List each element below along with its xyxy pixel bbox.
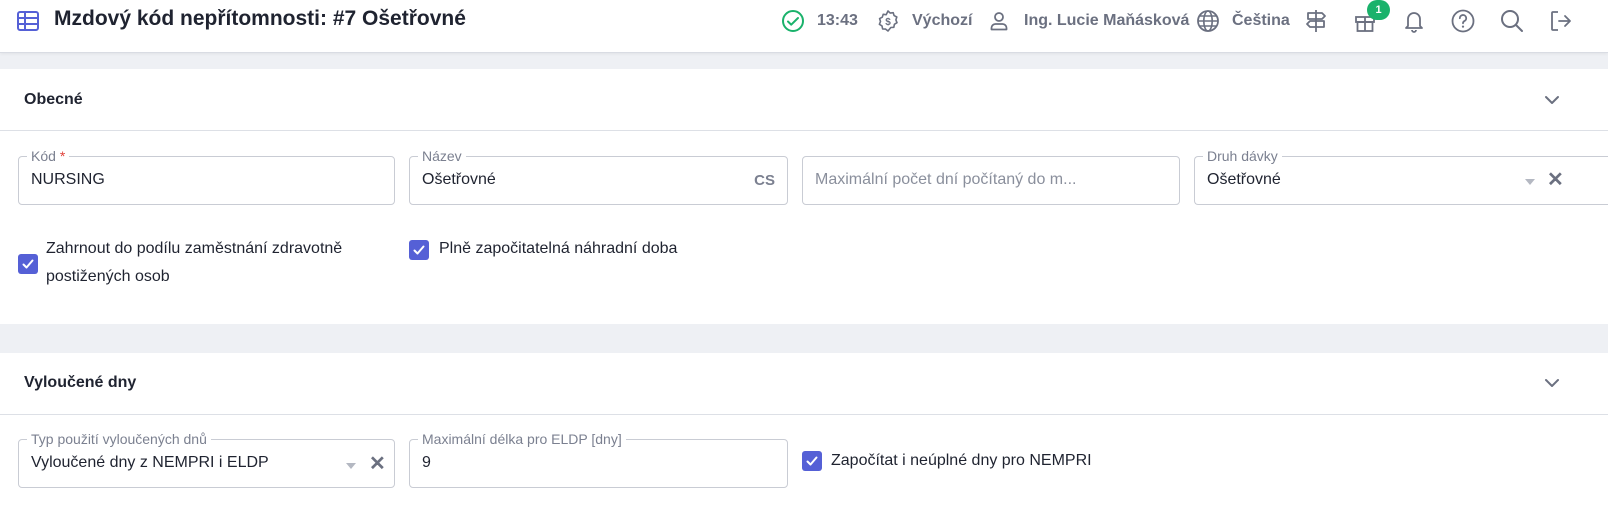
code-field[interactable]: Kód * NURSING xyxy=(18,147,395,205)
section-title: Obecné xyxy=(24,91,83,108)
sync-status: 13:43 xyxy=(781,8,858,34)
help-button[interactable] xyxy=(1450,8,1476,34)
checkmark-icon xyxy=(806,456,818,466)
general-section-header[interactable]: Obecné xyxy=(0,69,1608,131)
clear-icon[interactable]: ✕ xyxy=(1547,170,1564,190)
dropdown-arrow-icon[interactable] xyxy=(1525,179,1535,185)
benefit-type-value: Ošetřovné xyxy=(1207,171,1281,188)
section-title: Vyloučené dny xyxy=(24,374,137,391)
count-partial-checkbox[interactable] xyxy=(802,451,822,471)
count-partial-label[interactable]: Započítat i neúplné dny pro NEMPRI xyxy=(831,447,1092,475)
fully-creditable-label[interactable]: Plně započitatelná náhradní doba xyxy=(439,235,677,263)
name-label: Název xyxy=(418,147,466,165)
usage-type-label: Typ použití vyloučených dnů xyxy=(27,430,211,448)
user-name: Ing. Lucie Maňásková xyxy=(1024,12,1190,29)
usage-type-value: Vyloučené dny z NEMPRI i ELDP xyxy=(31,454,269,471)
benefit-type-select[interactable]: Druh dávky Ošetřovné ✕ xyxy=(1194,147,1608,205)
logout-icon xyxy=(1551,11,1571,31)
user-icon xyxy=(990,12,1008,31)
checkmark-icon xyxy=(22,259,34,269)
excluded-section-header[interactable]: Vyloučené dny xyxy=(0,353,1608,415)
notifications-button[interactable] xyxy=(1402,8,1426,34)
globe-icon xyxy=(1197,10,1219,32)
notification-badge: 1 xyxy=(1367,0,1390,20)
include-disabled-label[interactable]: Zahrnout do podílu zaměstnání zdravotně … xyxy=(46,235,342,291)
name-field[interactable]: Název Ošetřovné CS xyxy=(409,147,788,205)
chevron-down-icon[interactable] xyxy=(1543,91,1561,109)
language-selector[interactable]: Čeština xyxy=(1196,8,1290,34)
currency-label: Výchozí xyxy=(912,12,973,29)
code-value[interactable]: NURSING xyxy=(31,171,105,189)
include-disabled-checkbox[interactable] xyxy=(18,254,38,274)
general-section: Obecné Kód * NURSING Název Ošetřovné CS … xyxy=(0,69,1608,324)
check-circle-icon xyxy=(782,10,804,32)
fully-creditable-checkbox[interactable] xyxy=(409,240,429,260)
name-value[interactable]: Ošetřovné xyxy=(422,171,496,189)
chevron-down-icon[interactable] xyxy=(1543,374,1561,392)
benefit-type-label: Druh dávky xyxy=(1203,147,1282,165)
code-label: Kód * xyxy=(27,147,70,165)
max-eldp-value[interactable]: 9 xyxy=(422,454,431,472)
usage-type-select[interactable]: Typ použití vyloučených dnů Vyloučené dn… xyxy=(18,430,395,488)
time-label: 13:43 xyxy=(817,12,858,29)
svg-text:$: $ xyxy=(885,17,891,28)
currency-selector[interactable]: $ Výchozí xyxy=(876,8,972,34)
logout-button[interactable] xyxy=(1548,8,1572,34)
bell-icon xyxy=(1405,12,1423,33)
top-bar: Mzdový kód nepřítomnosti: #7 Ošetřovné 1… xyxy=(0,0,1608,53)
checkmark-icon xyxy=(413,245,425,255)
search-button[interactable] xyxy=(1499,8,1525,34)
max-eldp-label: Maximální délka pro ELDP [dny] xyxy=(418,430,626,448)
max-eldp-field[interactable]: Maximální délka pro ELDP [dny] 9 xyxy=(409,430,788,488)
search-icon xyxy=(1501,10,1523,32)
signpost-button[interactable] xyxy=(1304,8,1328,34)
user-menu[interactable]: Ing. Lucie Maňásková xyxy=(987,8,1189,34)
excluded-days-section: Vyloučené dny Typ použití vyloučených dn… xyxy=(0,353,1608,528)
max-days-placeholder: Maximální počet dní počítaný do m... xyxy=(815,171,1077,188)
language-label: Čeština xyxy=(1232,12,1290,29)
max-days-field[interactable]: Maximální počet dní počítaný do m... xyxy=(802,156,1180,205)
currency-gear-icon: $ xyxy=(878,10,898,32)
dropdown-arrow-icon[interactable] xyxy=(346,463,356,469)
clear-icon[interactable]: ✕ xyxy=(369,454,386,474)
page-title: Mzdový kód nepřítomnosti: #7 Ošetřovné xyxy=(54,7,466,30)
signpost-icon xyxy=(1306,10,1326,32)
language-suffix[interactable]: CS xyxy=(754,172,775,189)
help-icon xyxy=(1451,9,1475,33)
table-icon xyxy=(17,11,39,31)
